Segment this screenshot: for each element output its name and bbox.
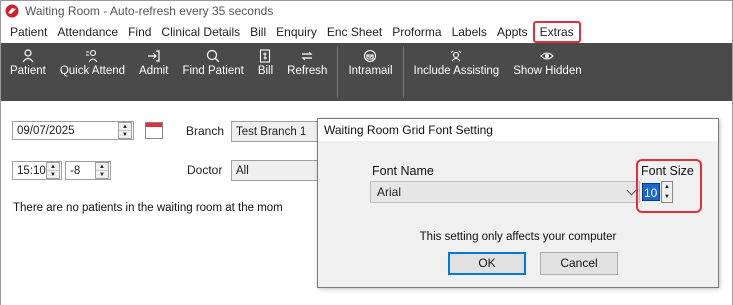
font-size-label: Font Size [641, 164, 694, 178]
menu-attendance[interactable]: Attendance [52, 21, 123, 43]
menu-extras[interactable]: Extras [532, 21, 581, 43]
invoice-icon [260, 49, 271, 63]
doctor-select[interactable]: All [231, 160, 323, 181]
quick-attend-label: Quick Attend [59, 65, 126, 77]
spin-up-icon[interactable]: ▲ [662, 182, 672, 192]
spin-up-icon[interactable]: ▲ [47, 163, 59, 171]
font-size-input[interactable]: 10 [642, 183, 660, 201]
eye-icon [540, 52, 555, 60]
spin-up-icon[interactable]: ▲ [96, 163, 108, 171]
calendar-icon[interactable] [145, 122, 163, 139]
font-name-select[interactable]: Arial [370, 181, 640, 203]
title-bar: Waiting Room - Auto-refresh every 35 sec… [1, 1, 732, 21]
dialog-title: Waiting Room Grid Font Setting [318, 119, 718, 141]
mail-icon [364, 49, 377, 63]
find-patient-label: Find Patient [182, 65, 244, 77]
time-spinner[interactable]: ▲ ▼ [46, 162, 60, 179]
menu-patient[interactable]: Patient [5, 21, 52, 43]
date-spinner[interactable]: ▲ ▼ [118, 122, 132, 139]
refresh-button[interactable]: Refresh [280, 43, 334, 101]
spin-down-icon[interactable]: ▼ [47, 171, 59, 178]
menu-proforma[interactable]: Proforma [387, 21, 446, 43]
person-icon [22, 49, 34, 63]
chevron-down-icon [626, 185, 637, 196]
app-logo-icon [5, 4, 19, 18]
menu-enc-sheet[interactable]: Enc Sheet [322, 21, 387, 43]
assisting-icon [450, 50, 462, 62]
font-name-label: Font Name [372, 164, 434, 178]
refresh-label: Refresh [287, 65, 328, 77]
offset-spinner[interactable]: ▲ ▼ [95, 162, 109, 179]
menu-bill[interactable]: Bill [245, 21, 271, 43]
intramail-label: Intramail [348, 65, 393, 77]
menu-find[interactable]: Find [123, 21, 156, 43]
cancel-button[interactable]: Cancel [540, 252, 618, 275]
font-name-value: Arial [377, 185, 402, 199]
admit-button[interactable]: Admit [132, 43, 175, 101]
menu-labels[interactable]: Labels [447, 21, 492, 43]
quick-attend-button[interactable]: Quick Attend [53, 43, 132, 101]
quick-attend-icon [86, 49, 98, 63]
date-field[interactable]: 09/07/2025 [12, 121, 134, 140]
include-assisting-label: Include Assisting [413, 65, 500, 77]
show-hidden-button[interactable]: Show Hidden [506, 43, 588, 101]
admit-label: Admit [139, 65, 169, 77]
menu-bar: Patient Attendance Find Clinical Details… [1, 21, 732, 43]
patient-button-label: Patient [10, 65, 46, 77]
find-patient-button[interactable]: Find Patient [175, 43, 250, 101]
intramail-button[interactable]: Intramail [341, 43, 399, 101]
patient-button[interactable]: Patient [3, 43, 53, 101]
refresh-icon [301, 51, 313, 61]
branch-select[interactable]: Test Branch 1 [231, 121, 323, 142]
search-icon [207, 49, 220, 63]
spin-down-icon[interactable]: ▼ [662, 192, 672, 202]
menu-enquiry[interactable]: Enquiry [271, 21, 322, 43]
menu-clinical-details[interactable]: Clinical Details [156, 21, 245, 43]
dialog-note: This setting only affects your computer [419, 231, 617, 243]
window-title: Waiting Room - Auto-refresh every 35 sec… [25, 4, 274, 18]
toolbar: Patient Quick Attend Admit Find Patient … [1, 43, 732, 101]
spin-up-icon[interactable]: ▲ [119, 123, 131, 131]
toolbar-separator [402, 47, 404, 97]
branch-label: Branch [186, 124, 225, 138]
bill-button[interactable]: Bill [251, 43, 280, 101]
doctor-label: Doctor [187, 163, 223, 177]
menu-appts[interactable]: Appts [492, 21, 533, 43]
font-setting-dialog: Waiting Room Grid Font Setting Font Name… [317, 118, 719, 288]
show-hidden-label: Show Hidden [513, 65, 582, 77]
font-size-spinner[interactable]: ▲ ▼ [661, 181, 673, 203]
include-assisting-button[interactable]: Include Assisting [407, 43, 507, 101]
toolbar-separator [337, 47, 339, 97]
spin-down-icon[interactable]: ▼ [119, 131, 131, 138]
login-arrow-icon [147, 50, 160, 62]
empty-waiting-room-message: There are no patients in the waiting roo… [13, 202, 283, 214]
bill-label: Bill [257, 65, 274, 77]
waiting-room-window: Waiting Room - Auto-refresh every 35 sec… [0, 0, 733, 305]
ok-button[interactable]: OK [448, 252, 526, 275]
spin-down-icon[interactable]: ▼ [96, 171, 108, 178]
